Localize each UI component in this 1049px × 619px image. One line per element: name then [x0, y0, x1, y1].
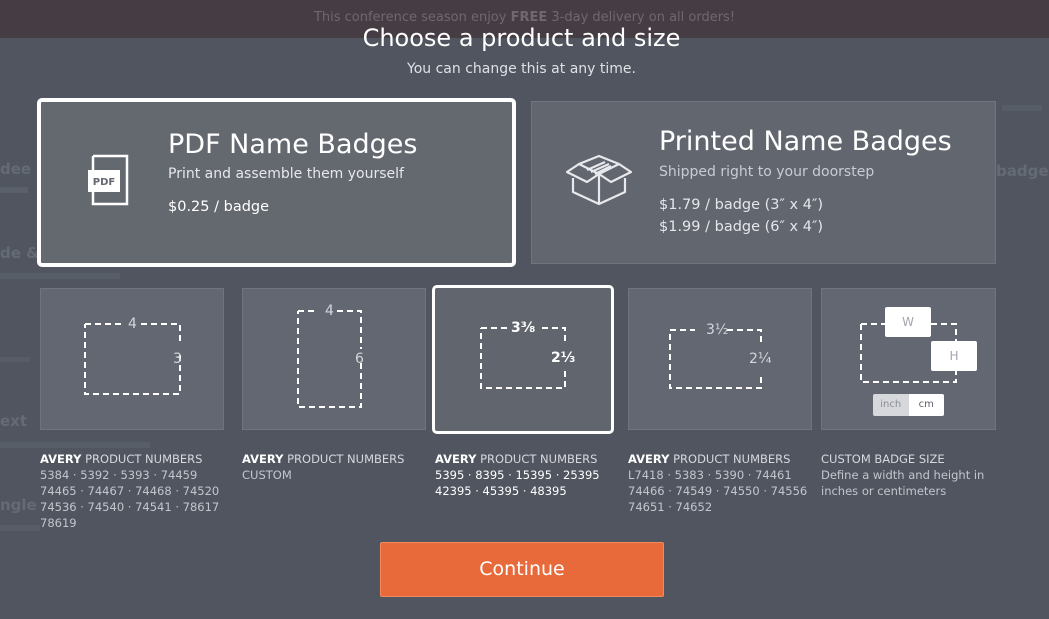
height-label: 6: [355, 351, 364, 367]
background-fragment: ngle: [0, 496, 37, 514]
size-caption: AVERY PRODUCT NUMBERS L7418 · 5383 · 539…: [628, 452, 808, 514]
size-caption: AVERY PRODUCT NUMBERS 5395 · 8395 · 1539…: [435, 452, 600, 498]
product-title: PDF Name Badges: [168, 129, 418, 160]
open-box-icon: [565, 154, 633, 210]
width-label: 3½: [706, 322, 729, 338]
product-price: $1.99 / badge (6″ x 4″): [659, 219, 824, 235]
product-price: $1.79 / badge (3″ x 4″): [659, 197, 824, 213]
height-label: 2⅓: [551, 350, 576, 366]
custom-height-input[interactable]: H: [931, 341, 977, 371]
badge-outline-icon: [669, 329, 762, 389]
product-card-printed[interactable]: Printed Name Badges Shipped right to you…: [531, 101, 996, 264]
custom-width-input[interactable]: W: [885, 307, 931, 337]
width-label: 4: [325, 303, 334, 319]
background-fragment: ext: [0, 412, 28, 430]
banner-text: This conference season enjoy: [313, 10, 507, 25]
badge-outline-icon: [84, 323, 181, 395]
banner-free-text: FREE: [510, 10, 548, 25]
width-label: 4: [128, 316, 137, 332]
product-description: Print and assemble them yourself: [168, 166, 404, 182]
product-description: Shipped right to your doorstep: [659, 164, 875, 180]
size-caption: AVERY PRODUCT NUMBERS CUSTOM: [242, 452, 405, 482]
pdf-icon-label: PDF: [93, 177, 115, 188]
background-fragment: badge t: [996, 162, 1049, 180]
unit-option-inch[interactable]: inch: [873, 394, 909, 416]
modal-subtitle: You can change this at any time.: [407, 61, 636, 77]
product-title: Printed Name Badges: [659, 126, 952, 157]
product-price: $0.25 / badge: [168, 199, 270, 215]
product-card-pdf[interactable]: PDF PDF Name Badges Print and assemble t…: [37, 98, 516, 267]
width-label: 3⅜: [511, 320, 536, 336]
height-label: 2¼: [749, 351, 772, 367]
height-label: 3: [173, 351, 182, 367]
size-tile-3-3-8x2-1-3[interactable]: 3⅜ 2⅓: [432, 285, 614, 434]
size-caption: AVERY PRODUCT NUMBERS 5384 · 5392 · 5393…: [40, 452, 220, 530]
modal-title: Choose a product and size: [362, 24, 681, 52]
background-fragment: de &: [0, 244, 40, 262]
background-fragment: dee I: [0, 160, 42, 178]
banner-delivery-text: 3-day delivery on all orders!: [551, 10, 736, 25]
badge-outline-icon: [480, 327, 566, 389]
size-tile-3-1-2x2-1-4[interactable]: 3½ 2¼: [628, 288, 812, 430]
size-tile-custom[interactable]: W H inch cm: [821, 288, 996, 430]
size-tile-4x3[interactable]: 4 3: [40, 288, 224, 430]
pdf-document-icon: PDF: [87, 152, 133, 214]
unit-option-cm[interactable]: cm: [908, 394, 944, 416]
continue-button[interactable]: Continue: [380, 542, 664, 597]
size-tile-4x6[interactable]: 4 6: [242, 288, 426, 430]
unit-toggle[interactable]: inch cm: [873, 394, 944, 416]
size-caption: CUSTOM BADGE SIZE Define a width and hei…: [821, 452, 985, 498]
